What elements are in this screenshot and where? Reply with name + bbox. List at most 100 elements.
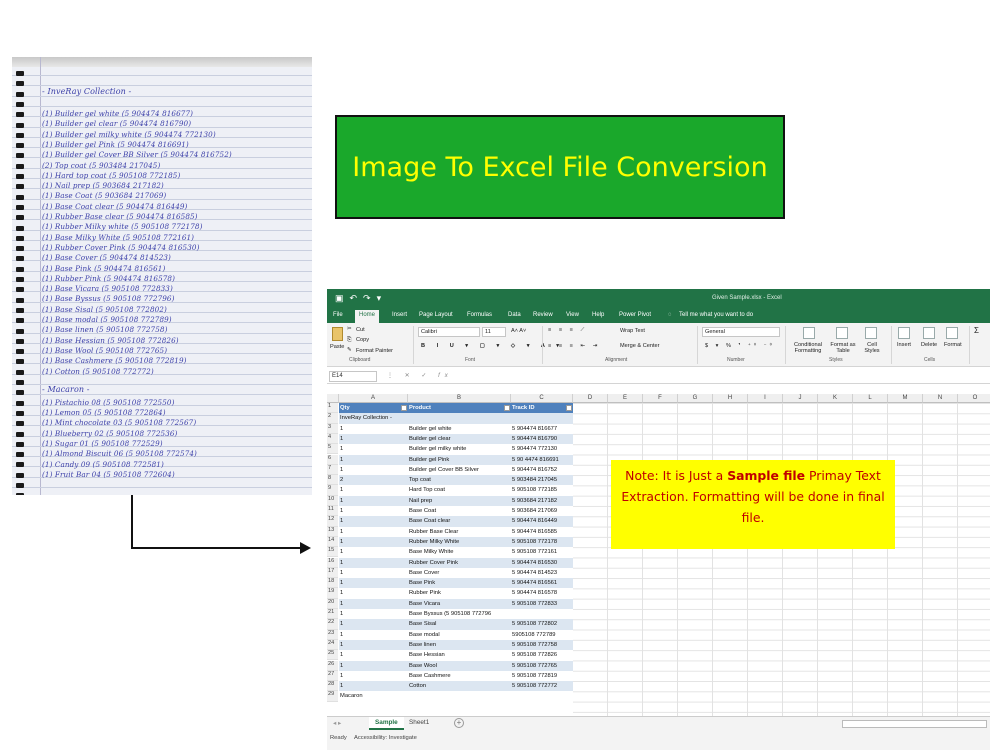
row-number[interactable]: 3 [327,423,338,434]
conditional-formatting-button[interactable]: Conditional Formatting [789,342,827,354]
column-header-c[interactable]: C [511,394,573,403]
track-id-cell[interactable]: 5 905108 772758 [511,639,573,651]
table-row[interactable]: 2 InveRay Collection - [327,413,990,424]
qty-cell[interactable]: 1 [339,444,408,455]
horizontal-scrollbar[interactable] [842,720,987,728]
qty-cell[interactable]: 1 [339,423,408,434]
sheet-tab-sample[interactable]: Sample [369,717,404,730]
product-cell[interactable]: Base Wool [408,660,511,671]
column-header-e[interactable]: E [608,394,643,403]
cut-button[interactable]: Cut [356,327,365,333]
track-id-cell[interactable]: 5 903484 217045 [511,475,573,486]
track-id-cell[interactable] [511,691,573,702]
track-id-cell[interactable]: 5 905108 772178 [511,536,573,548]
table-row[interactable]: 3 1 Builder gel white 5 904474 816677 [327,423,990,434]
qty-cell[interactable]: InveRay Collection - [339,413,408,424]
paste-icon[interactable] [332,327,343,341]
product-cell[interactable]: Builder gel Cover BB Silver [408,464,511,476]
row-number[interactable]: 27 [327,670,338,682]
product-header[interactable]: Product [408,403,511,414]
qty-cell[interactable]: 1 [339,598,408,609]
product-cell[interactable]: Base Pink [408,578,511,589]
product-cell[interactable]: Builder gel milky white [408,444,511,455]
row-number[interactable]: 16 [327,557,338,568]
row-number[interactable]: 4 [327,433,338,445]
delete-cells-button[interactable]: Delete [921,342,937,348]
column-header-l[interactable]: L [853,394,888,403]
tab-insert[interactable]: Insert [392,312,407,318]
autosum-icon[interactable]: Σ [974,326,979,335]
accessibility-status[interactable]: Accessibility: Investigate [354,735,417,741]
product-cell[interactable]: Rubber Milky White [408,536,511,548]
column-header-b[interactable]: B [408,394,511,403]
qty-cell[interactable]: 1 [339,526,408,537]
row-number[interactable]: 17 [327,567,338,579]
qty-cell[interactable]: 1 [339,536,408,548]
top-align-icons[interactable]: ≡ ≡ ≡ ⟋ [548,327,587,334]
sheet-tab-sheet1[interactable]: Sheet1 [409,719,429,726]
track-id-cell[interactable]: 5 904474 816449 [511,516,573,527]
product-cell[interactable]: Rubber Base Clear [408,526,511,537]
track-id-cell[interactable]: 5 905108 772772 [511,681,573,692]
table-row[interactable]: 4 1 Builder gel clear 5 904474 816790 [327,433,990,445]
row-number[interactable]: 29 [327,691,338,702]
row-number[interactable]: 15 [327,547,338,558]
track-id-cell[interactable] [511,413,573,424]
row-number[interactable]: 11 [327,506,338,517]
qty-cell[interactable]: 2 [339,475,408,486]
column-header-n[interactable]: N [923,394,958,403]
tab-help[interactable]: Help [592,312,604,318]
cut-icon[interactable]: ✂ [347,326,352,332]
track-id-cell[interactable]: 5 905108 772161 [511,547,573,558]
row-number[interactable]: 26 [327,660,338,671]
row-number[interactable]: 19 [327,588,338,599]
table-row[interactable]: 19 1 Rubber Pink 5 904474 816578 [327,588,990,599]
product-cell[interactable]: Base Cover [408,567,511,579]
qty-cell[interactable]: 1 [339,506,408,517]
row-number[interactable]: 6 [327,454,338,465]
product-cell[interactable]: Base modal [408,629,511,640]
qty-cell[interactable]: 1 [339,578,408,589]
track-id-cell[interactable]: 5 904474 816790 [511,433,573,445]
track-id-header[interactable]: Track ID [511,403,573,414]
qty-cell[interactable]: 1 [339,629,408,640]
product-cell[interactable] [408,413,511,424]
paste-button[interactable]: Paste [330,344,344,350]
tab-home[interactable]: Home [355,310,380,323]
wrap-text-button[interactable]: Wrap Text [620,328,645,334]
track-id-cell[interactable]: 5 905108 772802 [511,619,573,630]
table-row[interactable]: 21 1 Base Byssus (5 905108 772796 [327,609,990,620]
product-cell[interactable]: Base Byssus (5 905108 772796 [408,609,511,620]
track-id-cell[interactable]: 5905108 772789 [511,629,573,640]
font-size-select[interactable]: 11 [482,327,506,337]
track-id-cell[interactable]: 5 905108 772765 [511,660,573,671]
table-row[interactable]: 25 1 Base Hessian 5 905108 772826 [327,650,990,661]
product-cell[interactable]: Base linen [408,639,511,651]
row-number[interactable]: 22 [327,619,338,630]
number-format-select[interactable]: General [702,327,780,337]
horizontal-align-icons[interactable]: ≡ ≡ ≡ ⇤ ⇥ [548,343,600,349]
copy-button[interactable]: Copy [356,337,369,343]
product-cell[interactable]: Base Coat clear [408,516,511,527]
track-id-cell[interactable]: 5 905108 772185 [511,485,573,496]
filter-dropdown-icon[interactable] [504,405,510,411]
sheet-nav-arrows-icon[interactable]: ◂ ▸ [333,719,341,727]
table-row[interactable]: 23 1 Base modal 5905108 772789 [327,629,990,640]
product-cell[interactable]: Hard Top coat [408,485,511,496]
product-cell[interactable]: Base Hessian [408,650,511,661]
product-cell[interactable]: Base Vicara [408,598,511,609]
row-number[interactable]: 7 [327,464,338,476]
table-row[interactable]: 26 1 Base Wool 5 905108 772765 [327,660,990,671]
tab-view[interactable]: View [566,312,579,318]
product-cell[interactable]: Nail prep [408,495,511,506]
row-number[interactable]: 8 [327,475,338,486]
number-format-icons[interactable]: $ ▾ % ❜ ⁺⁰ ⁻⁰ [705,343,775,349]
product-cell[interactable]: Base Milky White [408,547,511,558]
cell-styles-icon[interactable] [865,327,877,339]
table-row[interactable]: 27 1 Base Cashmere 5 905108 772819 [327,670,990,682]
qty-cell[interactable]: 1 [339,516,408,527]
product-cell[interactable]: Builder gel Pink [408,454,511,465]
column-header-o[interactable]: O [958,394,990,403]
conditional-formatting-icon[interactable] [803,327,815,339]
row-number[interactable]: 21 [327,609,338,620]
